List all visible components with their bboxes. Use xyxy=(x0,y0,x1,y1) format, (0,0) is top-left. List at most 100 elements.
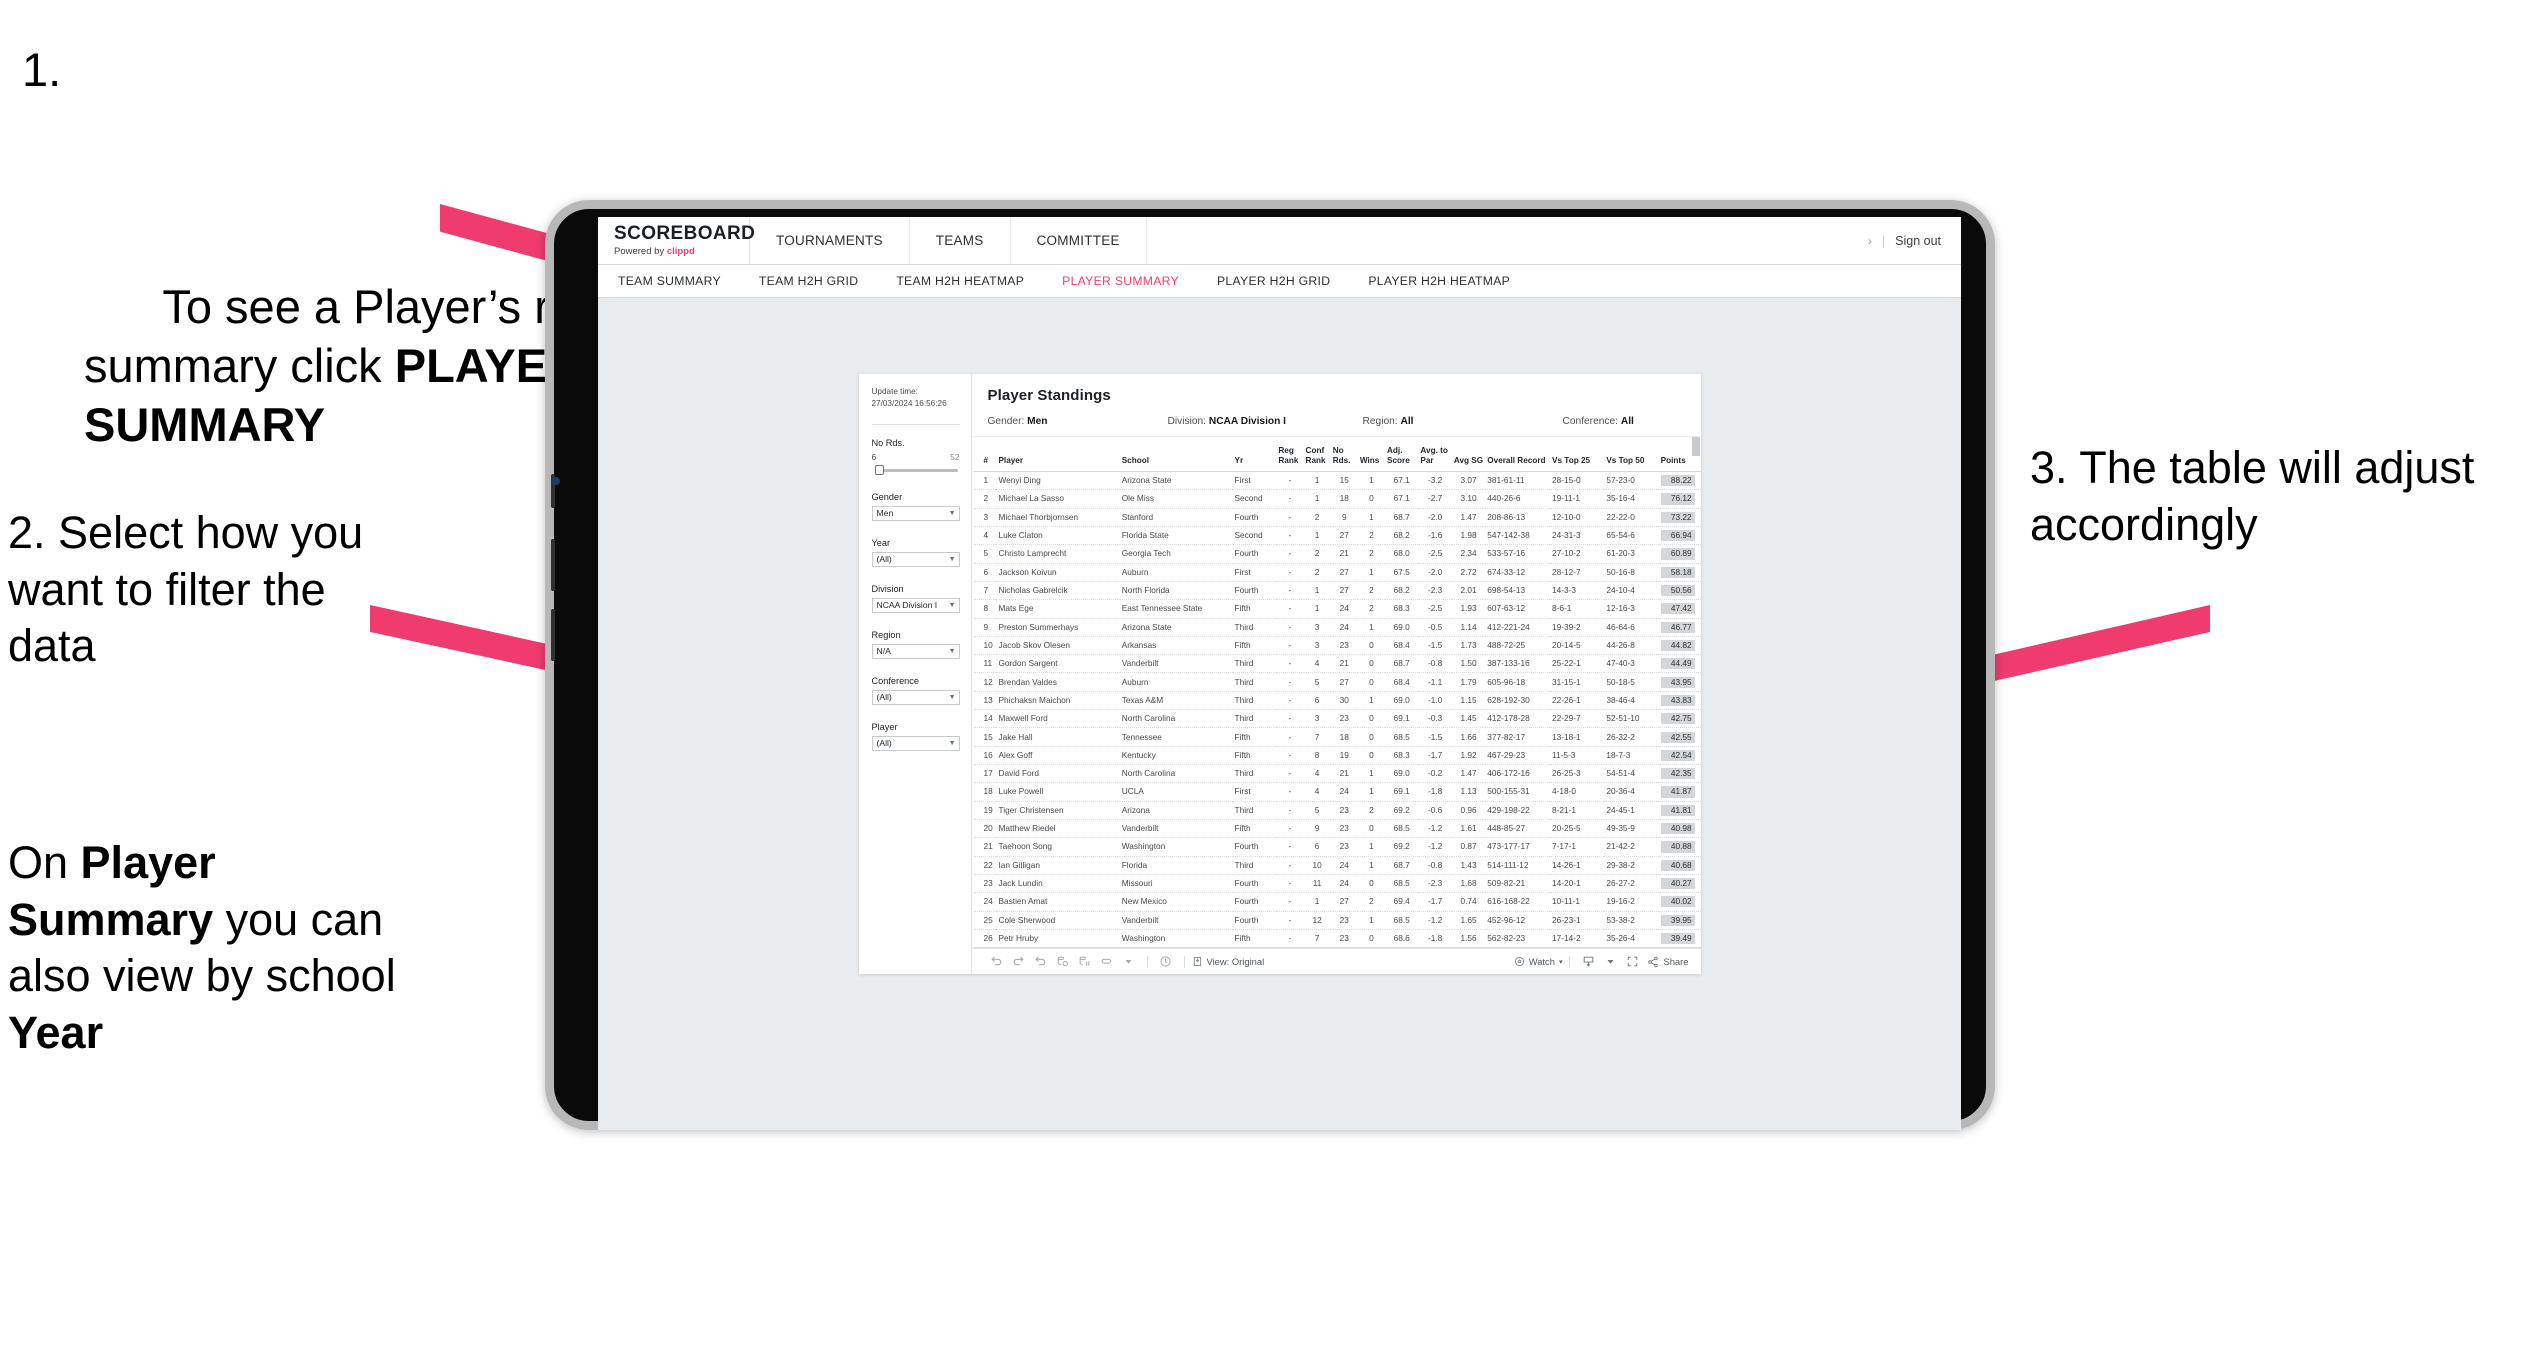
col-no-rds[interactable]: No Rds. xyxy=(1330,437,1358,473)
col-yr[interactable]: Yr xyxy=(1232,437,1277,473)
nav-item-teams[interactable]: TEAMS xyxy=(910,217,1011,264)
undo-icon[interactable] xyxy=(986,955,1008,968)
summary-conference-value: All xyxy=(1620,416,1634,427)
table-row[interactable]: 10 Jacob Skov Olesen Arkansas Fifth -3 23 0 68.… xyxy=(973,636,1701,656)
toolbar-right-group: Watch ▾ Share xyxy=(1508,955,1689,968)
nav-item-committee[interactable]: COMMITTEE xyxy=(1011,217,1147,264)
col-reg-rank[interactable]: Reg Rank xyxy=(1276,437,1304,473)
download-icon[interactable] xyxy=(1577,955,1599,968)
cell-wins: 0 xyxy=(1357,874,1385,894)
table-row[interactable]: 25 Cole Sherwood Vanderbilt Fourth -12 23 1 68.… xyxy=(973,911,1701,930)
refresh-data-icon[interactable] xyxy=(1052,955,1074,968)
sign-out-link[interactable]: Sign out xyxy=(1895,234,1941,248)
tab-player-summary[interactable]: PLAYER SUMMARY xyxy=(1043,274,1198,288)
pause-updates-icon[interactable] xyxy=(1074,955,1096,968)
col-rank[interactable]: # xyxy=(973,437,997,473)
cell-conf-rank: 1 xyxy=(1303,892,1331,912)
table-row[interactable]: 17 David Ford North Carolina Third -4 21 1 69.0… xyxy=(973,764,1701,784)
table-row[interactable]: 5 Christo Lamprecht Georgia Tech Fourth -2 21… xyxy=(973,544,1701,564)
cell-overall-record: 467-29-23 xyxy=(1485,746,1551,766)
summary-division-value: NCAA Division I xyxy=(1208,416,1287,427)
table-row[interactable]: 2 Michael La Sasso Ole Miss Second -1 18 0 67.1… xyxy=(973,489,1701,509)
player-select[interactable]: (All) ▼ xyxy=(871,735,960,751)
pause-auto-update-icon[interactable] xyxy=(1155,955,1177,968)
table-row[interactable]: 9 Preston Summerhays Arizona State Third -3 2… xyxy=(973,618,1701,637)
table-row[interactable]: 16 Alex Goff Kentucky Fifth -8 19 0 68.3 -1.7 1.9… xyxy=(973,746,1701,766)
table-scroll-area: # Player School Yr Reg Rank Conf Rank No… xyxy=(972,437,1701,949)
table-row[interactable]: 11 Gordon Sargent Vanderbilt Third -4 21 0 68.7… xyxy=(973,654,1701,674)
cell-conf-rank: 8 xyxy=(1303,746,1331,766)
year-select[interactable]: (All) ▼ xyxy=(871,551,960,567)
col-player[interactable]: Player xyxy=(996,437,1120,473)
table-row[interactable]: 26 Petr Hruby Washington Fifth -7 23 0 68.6 -1.8… xyxy=(973,929,1701,949)
col-vs-top-50[interactable]: Vs Top 50 xyxy=(1604,437,1659,473)
cell-reg-rank: - xyxy=(1276,929,1304,949)
brand-sub-name: clippd xyxy=(666,246,695,257)
division-select[interactable]: NCAA Division I ▼ xyxy=(871,597,960,613)
table-row[interactable]: 14 Maxwell Ford North Carolina Third -3 23 0 69… xyxy=(973,709,1701,729)
tab-player-h2h-heatmap[interactable]: PLAYER H2H HEATMAP xyxy=(1349,274,1529,288)
cell-vs-top-50: 57-23-0 xyxy=(1604,471,1659,491)
slider-handle[interactable] xyxy=(874,464,884,475)
table-row[interactable]: 7 Nicholas Gabrelcik North Florida Fourth -1… xyxy=(973,581,1701,601)
tab-team-h2h-grid[interactable]: TEAM H2H GRID xyxy=(740,274,877,288)
toolbar-caret-icon[interactable] xyxy=(1118,957,1140,966)
cell-avg-sg: 1.66 xyxy=(1451,727,1486,747)
points-value: 40.27 xyxy=(1660,878,1695,890)
table-row[interactable]: 1 Wenyi Ding Arizona State First -1 15 1 67.1 -3… xyxy=(973,471,1701,491)
table-row[interactable]: 12 Brendan Valdes Auburn Third -5 27 0 68.4 -1.1… xyxy=(973,672,1701,692)
col-avg-to-par[interactable]: Avg. to Par xyxy=(1418,437,1452,473)
no-rounds-slider[interactable] xyxy=(872,464,960,475)
tab-team-summary[interactable]: TEAM SUMMARY xyxy=(618,274,740,288)
cell-school: North Carolina xyxy=(1119,709,1233,729)
summary-gender-label: Gender: xyxy=(987,416,1025,427)
fullscreen-icon[interactable] xyxy=(1621,955,1643,968)
cell-overall-record: 533-57-16 xyxy=(1485,544,1551,564)
chevron-down-icon: ▼ xyxy=(948,509,956,517)
region-select[interactable]: N/A ▼ xyxy=(871,643,960,659)
col-vs-top-25[interactable]: Vs Top 25 xyxy=(1550,437,1605,473)
tab-player-h2h-grid[interactable]: PLAYER H2H GRID xyxy=(1198,274,1349,288)
table-row[interactable]: 3 Michael Thorbjornsen Stanford Fourth -2 9 1 6… xyxy=(973,508,1701,527)
download-caret-icon[interactable] xyxy=(1599,957,1621,966)
table-row[interactable]: 8 Mats Ege East Tennessee State Fifth -1 24 2 6… xyxy=(973,599,1701,619)
col-wins[interactable]: Wins xyxy=(1357,437,1385,473)
col-avg-sg[interactable]: Avg SG xyxy=(1451,437,1486,473)
table-row[interactable]: 23 Jack Lundin Missouri Fourth -11 24 0 68.5 -2.… xyxy=(973,874,1701,894)
table-row[interactable]: 6 Jackson Koivun Auburn First -2 27 1 67.5 -2.0 2… xyxy=(973,563,1701,582)
cell-reg-rank: - xyxy=(1276,636,1304,656)
col-overall-record[interactable]: Overall Record xyxy=(1485,437,1551,473)
col-conf-rank[interactable]: Conf Rank xyxy=(1303,437,1331,473)
account-chevron-icon[interactable]: › xyxy=(1868,234,1872,248)
gender-select[interactable]: Men ▼ xyxy=(871,505,960,521)
table-scrollbar-thumb[interactable] xyxy=(1691,437,1700,456)
table-row[interactable]: 4 Luke Claton Florida State Second -1 27 2 68.2… xyxy=(973,526,1701,546)
view-original-button[interactable]: View: Original xyxy=(1192,956,1264,967)
share-button[interactable]: Share xyxy=(1647,956,1689,968)
watch-button[interactable]: Watch ▾ xyxy=(1514,956,1562,967)
col-school[interactable]: School xyxy=(1119,437,1233,473)
tab-team-h2h-heatmap[interactable]: TEAM H2H HEATMAP xyxy=(877,274,1043,288)
table-row[interactable]: 20 Matthew Riedel Vanderbilt Fifth -9 23 0 68.5… xyxy=(973,819,1701,839)
view-original-shape-icon[interactable] xyxy=(1096,955,1118,968)
redo-icon[interactable] xyxy=(1008,955,1030,968)
table-row[interactable]: 24 Bastien Amat New Mexico Fourth -1 27 2 69.4-… xyxy=(973,892,1701,912)
cell-vs-top-25: 22-26-1 xyxy=(1550,691,1605,711)
conference-select[interactable]: (All) ▼ xyxy=(871,689,960,705)
table-row[interactable]: 22 Ian Gilligan Florida Third -10 24 1 68.7 -0.8… xyxy=(973,856,1701,875)
col-adj-score[interactable]: Adj. Score xyxy=(1385,437,1419,473)
cell-points: 42.75 xyxy=(1658,709,1701,729)
filter-player: Player (All) ▼ xyxy=(871,722,960,751)
cell-avg-sg: 1.47 xyxy=(1451,508,1486,527)
nav-item-tournaments[interactable]: TOURNAMENTS xyxy=(750,217,910,264)
table-row[interactable]: 19 Tiger Christensen Arizona Third -5 23 2 69.2… xyxy=(973,801,1701,820)
table-row[interactable]: 15 Jake Hall Tennessee Fifth -7 18 0 68.5 -1.5 1.… xyxy=(973,727,1701,747)
points-value: 73.22 xyxy=(1660,511,1695,523)
cell-avg-to-par: -1.2 xyxy=(1418,837,1452,857)
cell-player: Gordon Sargent xyxy=(996,654,1120,674)
revert-icon[interactable] xyxy=(1030,955,1052,968)
table-row[interactable]: 13 Phichaksn Maichon Texas A&M Third -6 30 1 69… xyxy=(973,691,1701,711)
cell-school: Kentucky xyxy=(1119,746,1233,766)
table-row[interactable]: 21 Taehoon Song Washington Fourth -6 23 1 69.2-… xyxy=(973,837,1701,857)
table-row[interactable]: 18 Luke Powell UCLA First -4 24 1 69.1 -1.8 1.13 5… xyxy=(973,782,1701,802)
